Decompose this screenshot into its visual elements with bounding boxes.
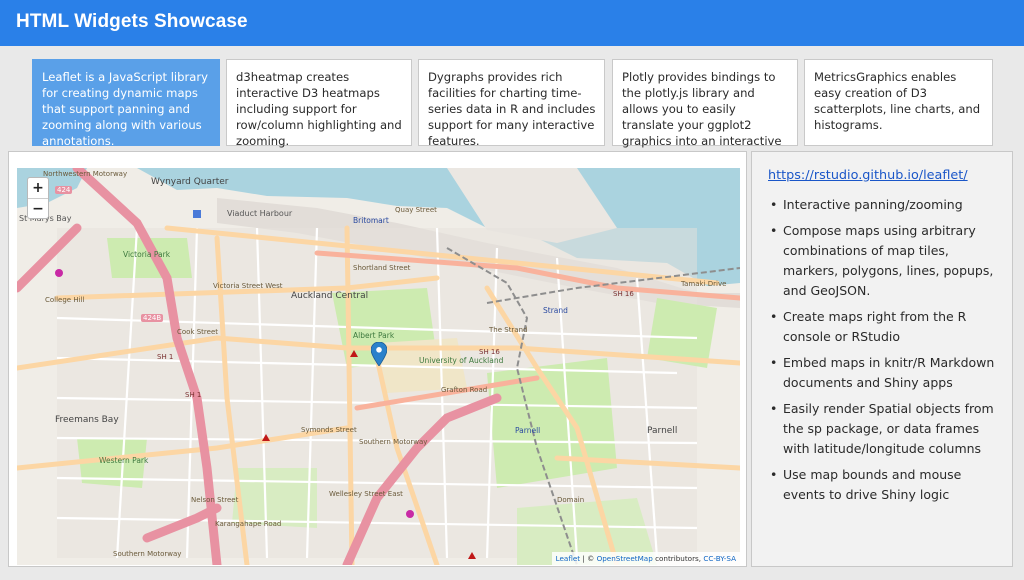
zoom-control: + − xyxy=(27,177,49,219)
map-label: Nelson Street xyxy=(191,496,239,504)
map-label: Wynyard Quarter xyxy=(151,177,229,187)
license-link[interactable]: CC-BY-SA xyxy=(703,554,736,563)
tab-leaflet[interactable]: Leaflet is a JavaScript library for crea… xyxy=(32,59,220,148)
list-item: Create maps right from the R console or … xyxy=(770,307,1000,347)
list-item: Use map bounds and mouse events to drive… xyxy=(770,465,1000,505)
leaflet-docs-link[interactable]: https://rstudio.github.io/leaflet/ xyxy=(768,168,968,183)
map-label: SH 1 xyxy=(185,391,202,399)
map-label: Parnell xyxy=(647,426,678,436)
leaflet-link[interactable]: Leaflet xyxy=(556,554,580,563)
tab-label: d3heatmap creates interactive D3 heatmap… xyxy=(236,70,402,148)
map-label: Shortland Street xyxy=(353,264,411,272)
map-label: Wellesley Street East xyxy=(329,490,403,498)
map-label: Parnell xyxy=(515,426,541,435)
list-item: Compose maps using arbitrary combination… xyxy=(770,221,1000,301)
map-label: The Strand xyxy=(489,326,528,334)
map-label: Tamaki Drive xyxy=(681,280,727,288)
tab-dygraphs[interactable]: Dygraphs provides rich facilities for ch… xyxy=(418,59,605,148)
tab-label: Leaflet is a JavaScript library for crea… xyxy=(42,70,208,148)
map-panel: Wynyard Quarter Viaduct Harbour Quay Str… xyxy=(8,151,747,567)
tab-label: Plotly provides bindings to the plotly.j… xyxy=(622,70,782,164)
attribution-contrib: contributors, xyxy=(652,554,704,563)
leaflet-map[interactable]: Wynyard Quarter Viaduct Harbour Quay Str… xyxy=(17,168,740,565)
map-label: Auckland Central xyxy=(291,291,369,301)
zoom-out-button[interactable]: − xyxy=(28,198,48,218)
osm-link[interactable]: OpenStreetMap xyxy=(597,554,653,563)
map-label: Southern Motorway xyxy=(113,550,182,558)
header-bar: HTML Widgets Showcase xyxy=(0,0,1024,46)
map-label: 424 xyxy=(55,186,73,194)
map-label: Cook Street xyxy=(177,328,219,336)
map-label: 424B xyxy=(141,314,164,322)
tab-plotly[interactable]: Plotly provides bindings to the plotly.j… xyxy=(612,59,798,164)
map-label: Viaduct Harbour xyxy=(227,209,293,218)
map-label: Quay Street xyxy=(395,206,437,214)
map-label: Symonds Street xyxy=(301,426,357,434)
map-label: SH 16 xyxy=(613,290,634,298)
map-label: Albert Park xyxy=(353,331,395,340)
map-label: Victoria Street West xyxy=(213,282,283,290)
description-panel: https://rstudio.github.io/leaflet/ Inter… xyxy=(751,151,1013,567)
map-label: Western Park xyxy=(99,456,149,465)
map-label: SH 16 xyxy=(479,348,500,356)
map-label: Freemans Bay xyxy=(55,415,119,425)
attribution-sep: | © xyxy=(580,554,597,563)
map-label: Southern Motorway xyxy=(359,438,428,446)
feature-list: Interactive panning/zooming Compose maps… xyxy=(770,195,1000,511)
tab-metricsgraphics[interactable]: MetricsGraphics enables easy creation of… xyxy=(804,59,993,146)
map-label: Domain xyxy=(557,496,585,504)
map-label: Northwestern Motorway xyxy=(43,170,128,178)
zoom-in-button[interactable]: + xyxy=(28,178,48,198)
map-label: College Hill xyxy=(45,296,85,304)
map-label: Britomart xyxy=(353,216,389,225)
map-label: University of Auckland xyxy=(419,356,504,365)
tab-label: Dygraphs provides rich facilities for ch… xyxy=(428,70,596,148)
map-label: Karangahape Road xyxy=(215,520,282,528)
tab-d3heatmap[interactable]: d3heatmap creates interactive D3 heatmap… xyxy=(226,59,412,148)
map-tiles xyxy=(17,168,740,565)
list-item: Interactive panning/zooming xyxy=(770,195,1000,215)
map-attribution: Leaflet | © OpenStreetMap contributors, … xyxy=(551,552,740,565)
tab-label: MetricsGraphics enables easy creation of… xyxy=(814,70,981,132)
map-label: Strand xyxy=(543,306,568,315)
list-item: Embed maps in knitr/R Markdown documents… xyxy=(770,353,1000,393)
list-item: Easily render Spatial objects from the s… xyxy=(770,399,1000,459)
page-title: HTML Widgets Showcase xyxy=(16,11,248,32)
map-marker-icon[interactable] xyxy=(371,342,387,366)
map-label: Victoria Park xyxy=(123,250,171,259)
map-label: SH 1 xyxy=(157,353,174,361)
map-label: Grafton Road xyxy=(441,386,488,394)
